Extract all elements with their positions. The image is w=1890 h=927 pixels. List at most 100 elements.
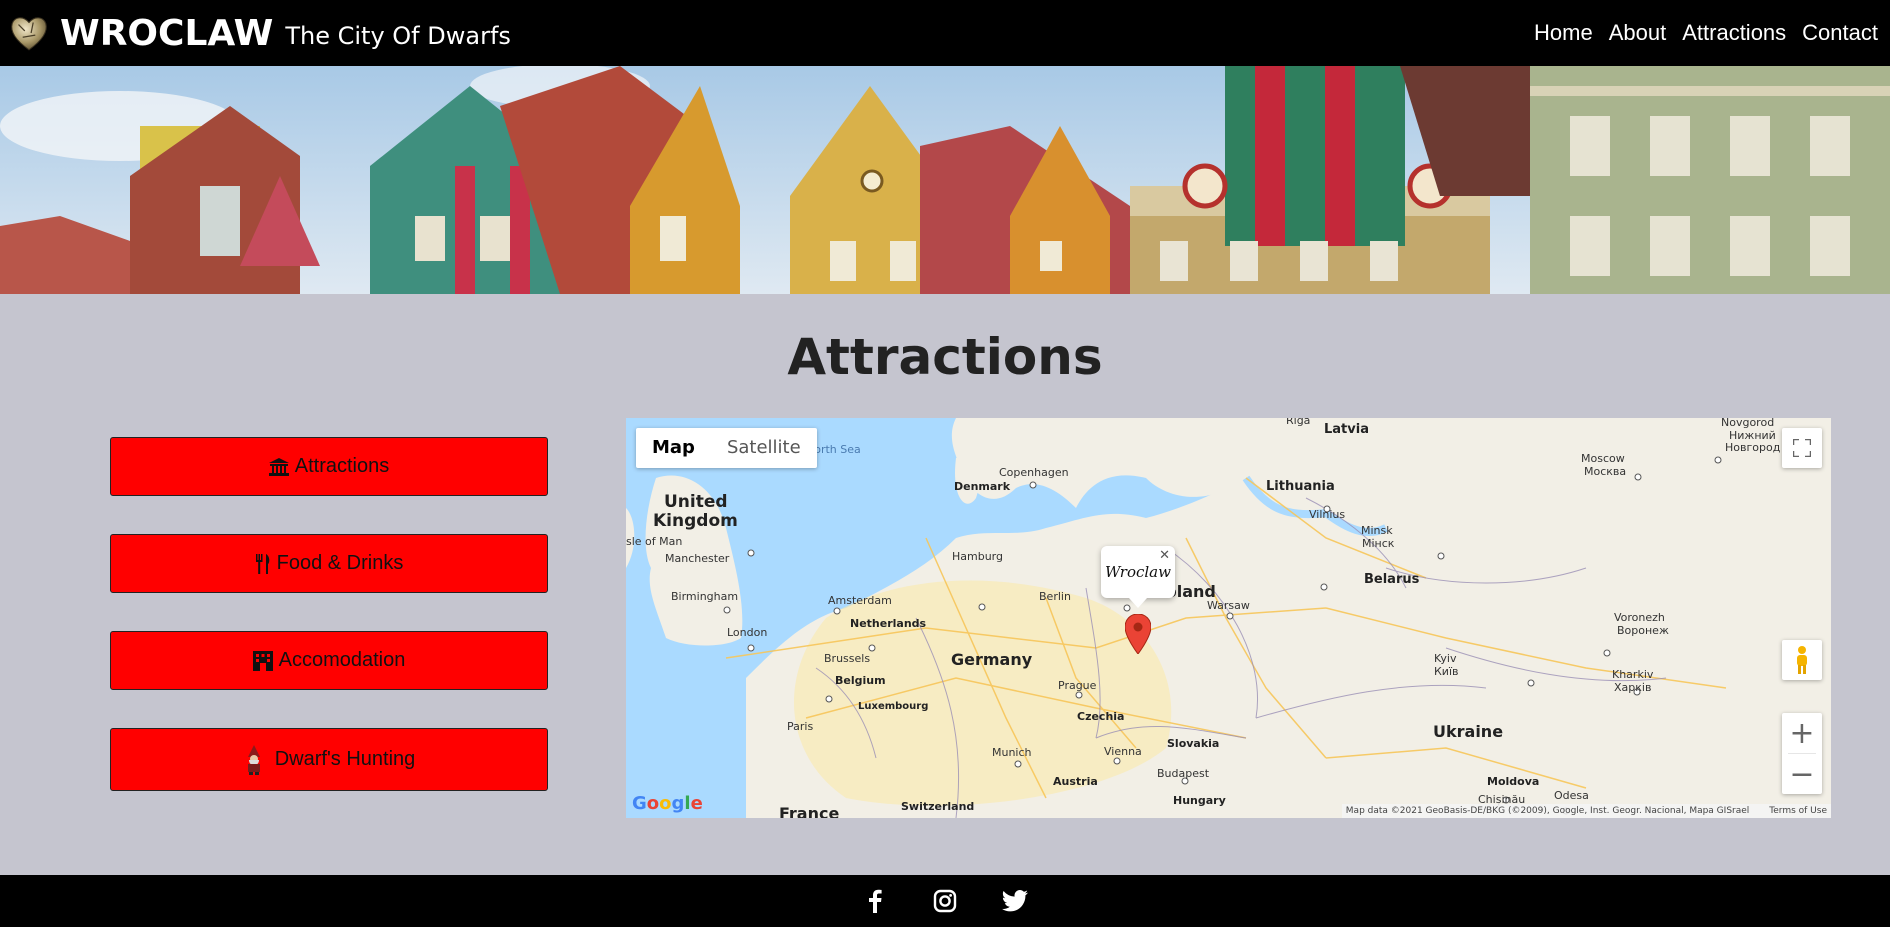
map-label-moscow: Moscow xyxy=(1581,452,1625,465)
map-label-brussels: Brussels xyxy=(824,652,871,665)
nav-link-about[interactable]: About xyxy=(1609,20,1667,46)
map-label-vilnius: Vilnius xyxy=(1309,508,1346,521)
map-label-kharkiv-ua: Харків xyxy=(1614,681,1652,694)
map-label-kyiv: Kyiv xyxy=(1434,652,1457,665)
dwarf-icon xyxy=(243,744,265,775)
map-label-moskva: Москва xyxy=(1584,465,1627,478)
map-label-vienna: Vienna xyxy=(1104,745,1142,758)
map-type-satellite-button[interactable]: Satellite xyxy=(711,428,817,468)
page-title: Attractions xyxy=(787,328,1103,386)
map-label-birmingham: Birmingham xyxy=(671,590,739,603)
map-label-czechia: Czechia xyxy=(1077,710,1125,723)
map-label-copenhagen: Copenhagen xyxy=(999,466,1069,479)
map-label-budapest: Budapest xyxy=(1157,767,1210,780)
pegman-icon xyxy=(1797,646,1807,674)
category-buttons: Attractions Food & Drinks Accomodation D… xyxy=(110,437,548,829)
zoom-out-button[interactable]: − xyxy=(1782,754,1822,794)
map-label-kingdom: Kingdom xyxy=(653,511,738,531)
map-label-kharkiv: Kharkiv xyxy=(1612,668,1654,681)
brand[interactable]: WROCLAW The City Of Dwarfs xyxy=(8,12,511,54)
twitter-icon xyxy=(1002,890,1028,912)
info-window-text: Wroclaw xyxy=(1105,563,1171,581)
map-label-manchester: Manchester xyxy=(665,552,730,565)
brand-name: WROCLAW xyxy=(60,12,274,54)
map-label-lithuania: Lithuania xyxy=(1266,479,1335,494)
map-label-hungary: Hungary xyxy=(1173,794,1226,807)
map-label-berlin: Berlin xyxy=(1039,590,1071,603)
map-label-prague: Prague xyxy=(1058,679,1097,692)
facebook-icon xyxy=(869,889,882,913)
dwarfs-hunting-button-label: Dwarf's Hunting xyxy=(274,748,416,770)
street-view-button[interactable] xyxy=(1782,640,1822,680)
info-window-close-icon[interactable]: ✕ xyxy=(1159,547,1170,563)
hero-townhouses-illustration xyxy=(0,66,1890,294)
map-marker-icon[interactable] xyxy=(1125,614,1151,654)
map-label-belgium: Belgium xyxy=(835,674,886,687)
map-label-latvia: Latvia xyxy=(1324,422,1369,437)
map-label-novgorod: Novgorod xyxy=(1721,418,1775,429)
map-label-novgorod-ru: Новгород xyxy=(1725,441,1781,454)
nav-link-contact[interactable]: Contact xyxy=(1802,20,1878,46)
nav-link-home[interactable]: Home xyxy=(1534,20,1593,46)
map-label-luxembourg: Luxembourg xyxy=(858,701,929,712)
map-label-minsk: Minsk xyxy=(1361,524,1393,537)
footer xyxy=(0,875,1890,927)
navbar: WROCLAW The City Of Dwarfs Home About At… xyxy=(0,0,1890,66)
map-label-france: France xyxy=(779,804,840,818)
landmark-icon xyxy=(268,457,289,476)
accomodation-button-label: Accomodation xyxy=(278,649,406,671)
nav-link-attractions[interactable]: Attractions xyxy=(1682,20,1786,46)
food-drinks-button-label: Food & Drinks xyxy=(276,552,404,574)
accomodation-button[interactable]: Accomodation xyxy=(110,631,548,690)
utensils-icon xyxy=(255,553,271,574)
map-label-kyiv-ua: Київ xyxy=(1434,665,1459,678)
map-label-germany: Germany xyxy=(951,650,1033,669)
map-label-slovakia: Slovakia xyxy=(1167,737,1220,750)
instagram-link[interactable] xyxy=(930,886,960,916)
map-label-odesa: Odesa xyxy=(1554,789,1589,802)
attribution-text: Map data ©2021 GeoBasis-DE/BKG (©2009), … xyxy=(1345,806,1750,816)
map-label-london: London xyxy=(727,626,768,639)
fullscreen-button[interactable] xyxy=(1782,428,1822,468)
zoom-in-button[interactable]: + xyxy=(1782,713,1822,753)
dwarfs-hunting-button[interactable]: Dwarf's Hunting xyxy=(110,728,548,791)
map-info-window: Wroclaw ✕ xyxy=(1101,546,1175,608)
google-map[interactable]: Riga Latvia Novgorod Нижний Новгород Nor… xyxy=(626,418,1831,818)
nav-links: Home About Attractions Contact xyxy=(1534,0,1878,66)
hotel-icon xyxy=(252,650,273,671)
map-label-amsterdam: Amsterdam xyxy=(828,594,892,607)
map-attribution: Map data ©2021 GeoBasis-DE/BKG (©2009), … xyxy=(1341,804,1831,818)
heart-logo-icon xyxy=(11,17,47,51)
fullscreen-icon xyxy=(1793,439,1811,457)
facebook-link[interactable] xyxy=(860,886,890,916)
map-label-ukraine: Ukraine xyxy=(1433,722,1504,741)
map-label-hamburg: Hamburg xyxy=(952,550,1003,563)
map-label-paris: Paris xyxy=(787,720,814,733)
attractions-button-label: Attractions xyxy=(294,455,390,477)
map-type-map-button[interactable]: Map xyxy=(636,428,711,468)
map-label-munich: Munich xyxy=(992,746,1032,759)
brand-tagline: The City Of Dwarfs xyxy=(285,22,511,50)
map-label-denmark: Denmark xyxy=(954,480,1011,493)
map-label-belarus: Belarus xyxy=(1364,572,1420,587)
map-label-warsaw: Warsaw xyxy=(1207,599,1250,612)
map-label-voronezh: Voronezh xyxy=(1614,611,1665,624)
map-label-minsk-ru: Мінск xyxy=(1362,537,1395,550)
instagram-icon xyxy=(933,889,957,913)
twitter-link[interactable] xyxy=(1000,886,1030,916)
map-label-netherlands: Netherlands xyxy=(850,617,927,630)
map-label-moldova: Moldova xyxy=(1487,775,1540,788)
map-label-isle-of-man: sle of Man xyxy=(626,535,683,548)
map-label-riga: Riga xyxy=(1286,418,1311,427)
zoom-control: + − xyxy=(1782,713,1822,794)
terms-of-use-link[interactable]: Terms of Use xyxy=(1769,806,1827,816)
food-drinks-button[interactable]: Food & Drinks xyxy=(110,534,548,593)
map-label-austria: Austria xyxy=(1053,775,1098,788)
map-label-switzerland: Switzerland xyxy=(901,800,975,813)
map-label-united: United xyxy=(664,492,728,512)
map-label-voronezh-ru: Воронеж xyxy=(1617,624,1669,637)
map-type-control: Map Satellite xyxy=(636,428,817,468)
attractions-button[interactable]: Attractions xyxy=(110,437,548,496)
google-logo[interactable]: Google xyxy=(632,793,703,814)
hero-image xyxy=(0,66,1890,294)
